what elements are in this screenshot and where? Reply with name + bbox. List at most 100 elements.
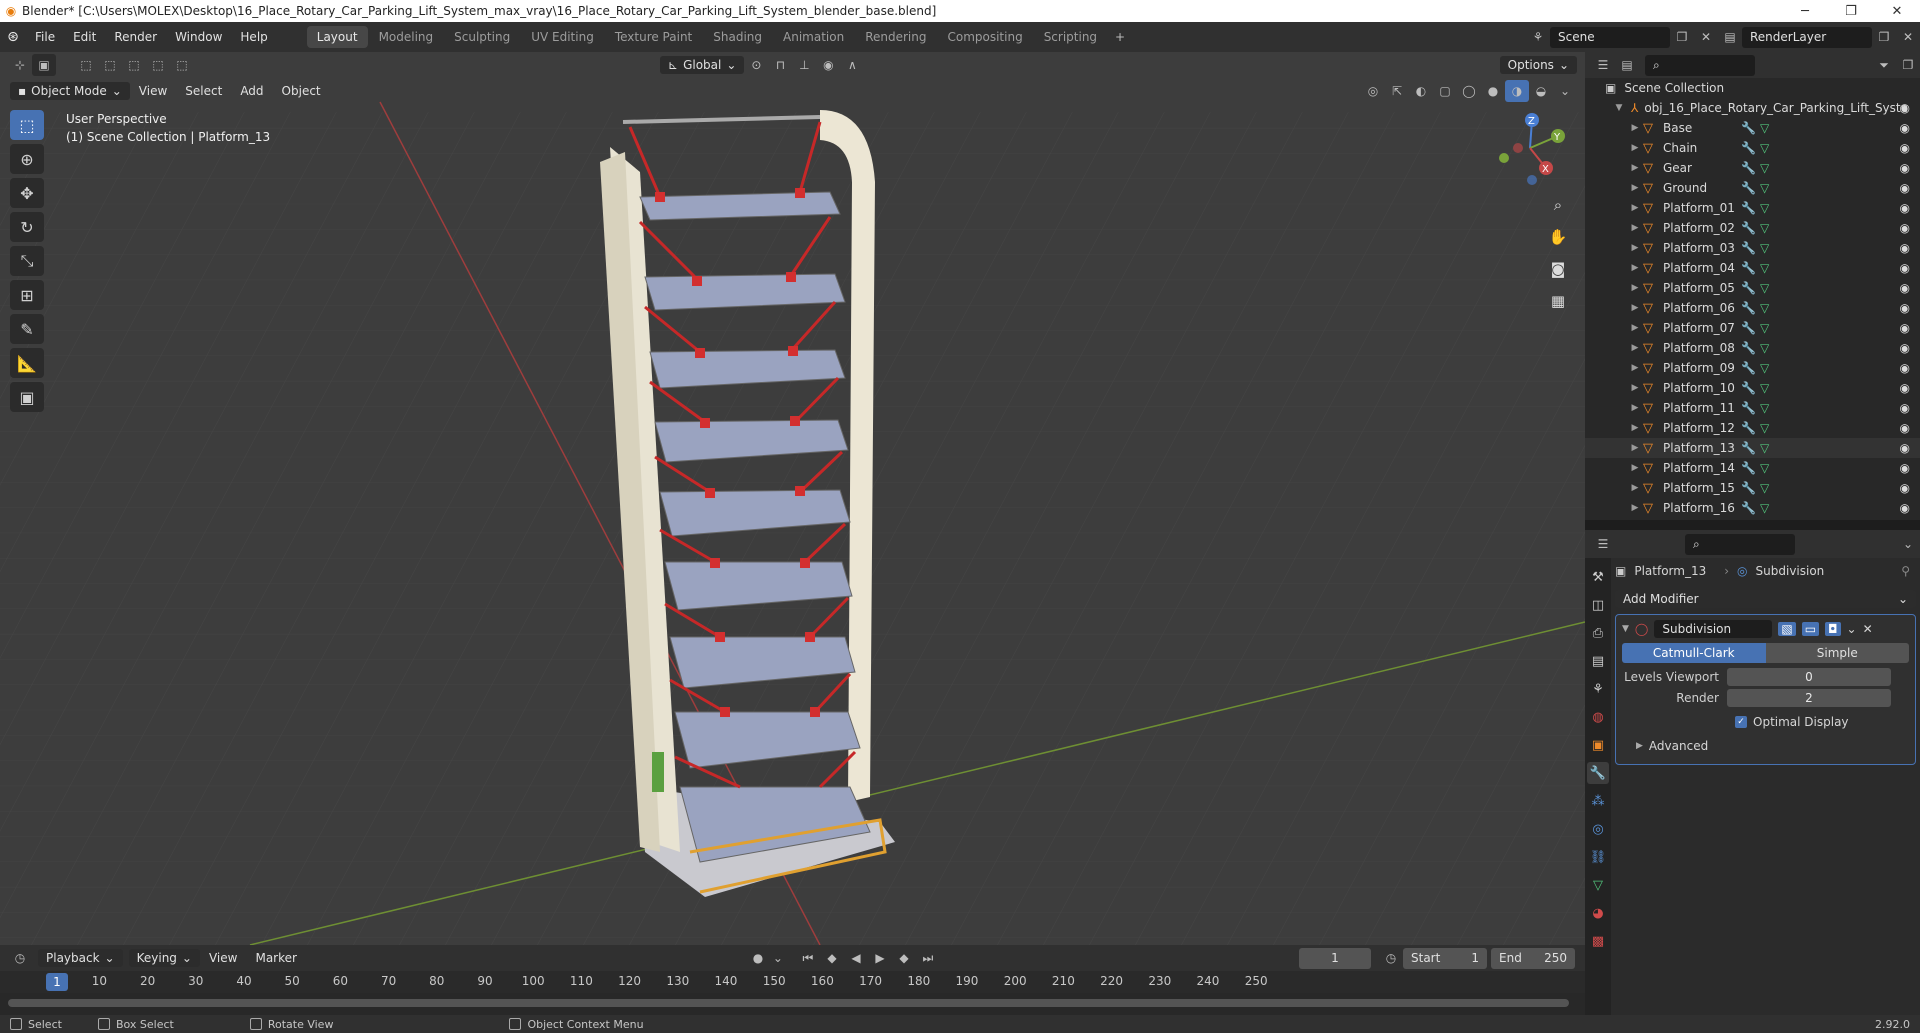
expand-right-icon[interactable]: ▶: [1629, 483, 1641, 493]
add-modifier-dropdown[interactable]: Add Modifier ⌄: [1615, 590, 1916, 608]
expand-right-icon[interactable]: ▶: [1629, 463, 1641, 473]
viewport-toggle-icon[interactable]: ▭: [1801, 622, 1820, 636]
view-layer-tab-icon[interactable]: ▤: [1587, 650, 1609, 672]
modifier-name-input[interactable]: Subdivision: [1654, 620, 1773, 638]
select-invert-icon[interactable]: ⬚: [146, 54, 170, 76]
properties-editor-icon[interactable]: ☰: [1591, 533, 1615, 555]
modifier-wrench-icon[interactable]: 🔧: [1741, 481, 1756, 495]
display-mode-icon[interactable]: ▤: [1615, 54, 1639, 76]
expand-right-icon[interactable]: ▶: [1629, 343, 1641, 353]
tab-modeling[interactable]: Modeling: [369, 26, 444, 48]
keying-dropdown[interactable]: Keying ⌄: [128, 949, 200, 967]
modifier-tab-icon[interactable]: 🔧: [1587, 762, 1609, 784]
eye-icon[interactable]: ◉: [1900, 201, 1910, 215]
delete-modifier-icon[interactable]: ✕: [1863, 622, 1873, 636]
optimal-display-checkbox[interactable]: ✓: [1735, 716, 1747, 728]
outliner-item[interactable]: ▶ ▽ Platform_09 🔧 ▽ ◉: [1585, 358, 1920, 378]
eye-icon[interactable]: ◉: [1900, 241, 1910, 255]
outliner-item[interactable]: ▶ ▽ Ground 🔧 ▽ ◉: [1585, 178, 1920, 198]
render-levels-field[interactable]: 2: [1727, 689, 1891, 707]
collection-row[interactable]: ▼ ⅄ obj_16_Place_Rotary_Car_Parking_Lift…: [1585, 98, 1920, 118]
expand-right-icon[interactable]: ▶: [1629, 303, 1641, 313]
editor-type-icon[interactable]: ⊹: [8, 54, 32, 76]
advanced-section[interactable]: ▶ Advanced: [1622, 736, 1909, 756]
tab-texture-paint[interactable]: Texture Paint: [605, 26, 702, 48]
timeline-marker-menu[interactable]: Marker: [246, 951, 305, 965]
snap-icon[interactable]: ⊓: [768, 54, 792, 76]
view-layer-field[interactable]: RenderLayer: [1742, 26, 1872, 48]
timeline-editor-icon[interactable]: ◷: [8, 947, 32, 969]
modifier-wrench-icon[interactable]: 🔧: [1741, 201, 1756, 215]
timeline-scrollbar[interactable]: [8, 999, 1569, 1007]
falloff-icon[interactable]: ∧: [840, 54, 864, 76]
outliner-item[interactable]: ▶ ▽ Platform_12 🔧 ▽ ◉: [1585, 418, 1920, 438]
material-shading-icon[interactable]: ◑: [1505, 80, 1529, 102]
outliner-item[interactable]: ▶ ▽ Gear 🔧 ▽ ◉: [1585, 158, 1920, 178]
modifier-wrench-icon[interactable]: 🔧: [1741, 501, 1756, 515]
menu-file[interactable]: File: [26, 30, 64, 44]
output-tab-icon[interactable]: ⎙: [1587, 622, 1609, 644]
modifier-wrench-icon[interactable]: 🔧: [1741, 301, 1756, 315]
collapse-icon[interactable]: ▼: [1622, 624, 1629, 634]
outliner-item[interactable]: ▶ ▽ Platform_06 🔧 ▽ ◉: [1585, 298, 1920, 318]
pivot-icon[interactable]: ⊙: [744, 54, 768, 76]
scene-tab-icon[interactable]: ⚘: [1587, 678, 1609, 700]
record-icon[interactable]: ●: [746, 947, 770, 969]
levels-viewport-field[interactable]: 0: [1727, 668, 1891, 686]
rendered-shading-icon[interactable]: ◒: [1529, 80, 1553, 102]
navigation-gizmo[interactable]: Z Y X: [1490, 108, 1570, 188]
modifier-wrench-icon[interactable]: 🔧: [1741, 241, 1756, 255]
expand-right-icon[interactable]: ▶: [1629, 263, 1641, 273]
select-extend-icon[interactable]: ⬚: [98, 54, 122, 76]
transform-tool-icon[interactable]: ⊞: [10, 280, 44, 310]
blender-menu-icon[interactable]: ⊛: [0, 29, 26, 45]
playhead[interactable]: 1: [46, 973, 68, 991]
eye-icon[interactable]: ◉: [1900, 161, 1910, 175]
properties-menu-icon[interactable]: ⌄: [1896, 533, 1920, 555]
scene-collection-row[interactable]: ▣ Scene Collection: [1585, 78, 1920, 98]
pan-hand-icon[interactable]: ✋: [1545, 224, 1571, 250]
modifier-wrench-icon[interactable]: 🔧: [1741, 221, 1756, 235]
play-reverse-icon[interactable]: ◀: [844, 947, 868, 969]
menu-help[interactable]: Help: [231, 30, 276, 44]
expand-right-icon[interactable]: ▶: [1629, 503, 1641, 513]
jump-start-icon[interactable]: ⏮: [796, 947, 820, 969]
catmull-clark-button[interactable]: Catmull-Clark: [1622, 643, 1766, 663]
properties-search-input[interactable]: ⌕: [1685, 533, 1795, 555]
eye-icon[interactable]: ◉: [1900, 381, 1910, 395]
menu-render[interactable]: Render: [105, 30, 166, 44]
menu-select[interactable]: Select: [176, 84, 231, 98]
particles-tab-icon[interactable]: ⁂: [1587, 790, 1609, 812]
tab-compositing[interactable]: Compositing: [937, 26, 1032, 48]
outliner-item[interactable]: ▶ ▽ Platform_05 🔧 ▽ ◉: [1585, 278, 1920, 298]
eye-icon[interactable]: ◉: [1900, 481, 1910, 495]
tab-sculpting[interactable]: Sculpting: [444, 26, 520, 48]
outliner-item[interactable]: ▶ ▽ Platform_16 🔧 ▽ ◉: [1585, 498, 1920, 518]
eye-icon[interactable]: ◉: [1900, 421, 1910, 435]
menu-edit[interactable]: Edit: [64, 30, 105, 44]
expand-right-icon[interactable]: ▶: [1629, 383, 1641, 393]
select-mode-icon[interactable]: ▣: [32, 54, 56, 76]
menu-object[interactable]: Object: [273, 84, 330, 98]
transform-orientation-dropdown[interactable]: ⊾ Global ⌄: [660, 56, 745, 74]
snap-target-icon[interactable]: ⊥: [792, 54, 816, 76]
options-dropdown[interactable]: Options ⌄: [1499, 56, 1577, 74]
outliner-item[interactable]: ▶ ▽ Platform_10 🔧 ▽ ◉: [1585, 378, 1920, 398]
scale-tool-icon[interactable]: ⤡: [10, 246, 44, 276]
outliner-search-input[interactable]: ⌕: [1645, 54, 1755, 76]
new-scene-icon[interactable]: ❐: [1670, 26, 1694, 48]
modifier-wrench-icon[interactable]: 🔧: [1741, 381, 1756, 395]
eye-icon[interactable]: ◉: [1900, 361, 1910, 375]
rotate-tool-icon[interactable]: ↻: [10, 212, 44, 242]
expand-right-icon[interactable]: ▶: [1629, 423, 1641, 433]
timeline-view-menu[interactable]: View: [200, 951, 246, 965]
add-workspace-icon[interactable]: +: [1108, 26, 1132, 48]
tab-shading[interactable]: Shading: [703, 26, 772, 48]
modifier-wrench-icon[interactable]: 🔧: [1741, 181, 1756, 195]
constraints-tab-icon[interactable]: ⛓: [1587, 846, 1609, 868]
tab-layout[interactable]: Layout: [306, 26, 368, 48]
preview-range-icon[interactable]: ◷: [1379, 947, 1403, 969]
outliner-item[interactable]: ▶ ▽ Platform_03 🔧 ▽ ◉: [1585, 238, 1920, 258]
select-intersect-icon[interactable]: ⬚: [170, 54, 194, 76]
playback-dropdown[interactable]: Playback ⌄: [38, 949, 123, 967]
